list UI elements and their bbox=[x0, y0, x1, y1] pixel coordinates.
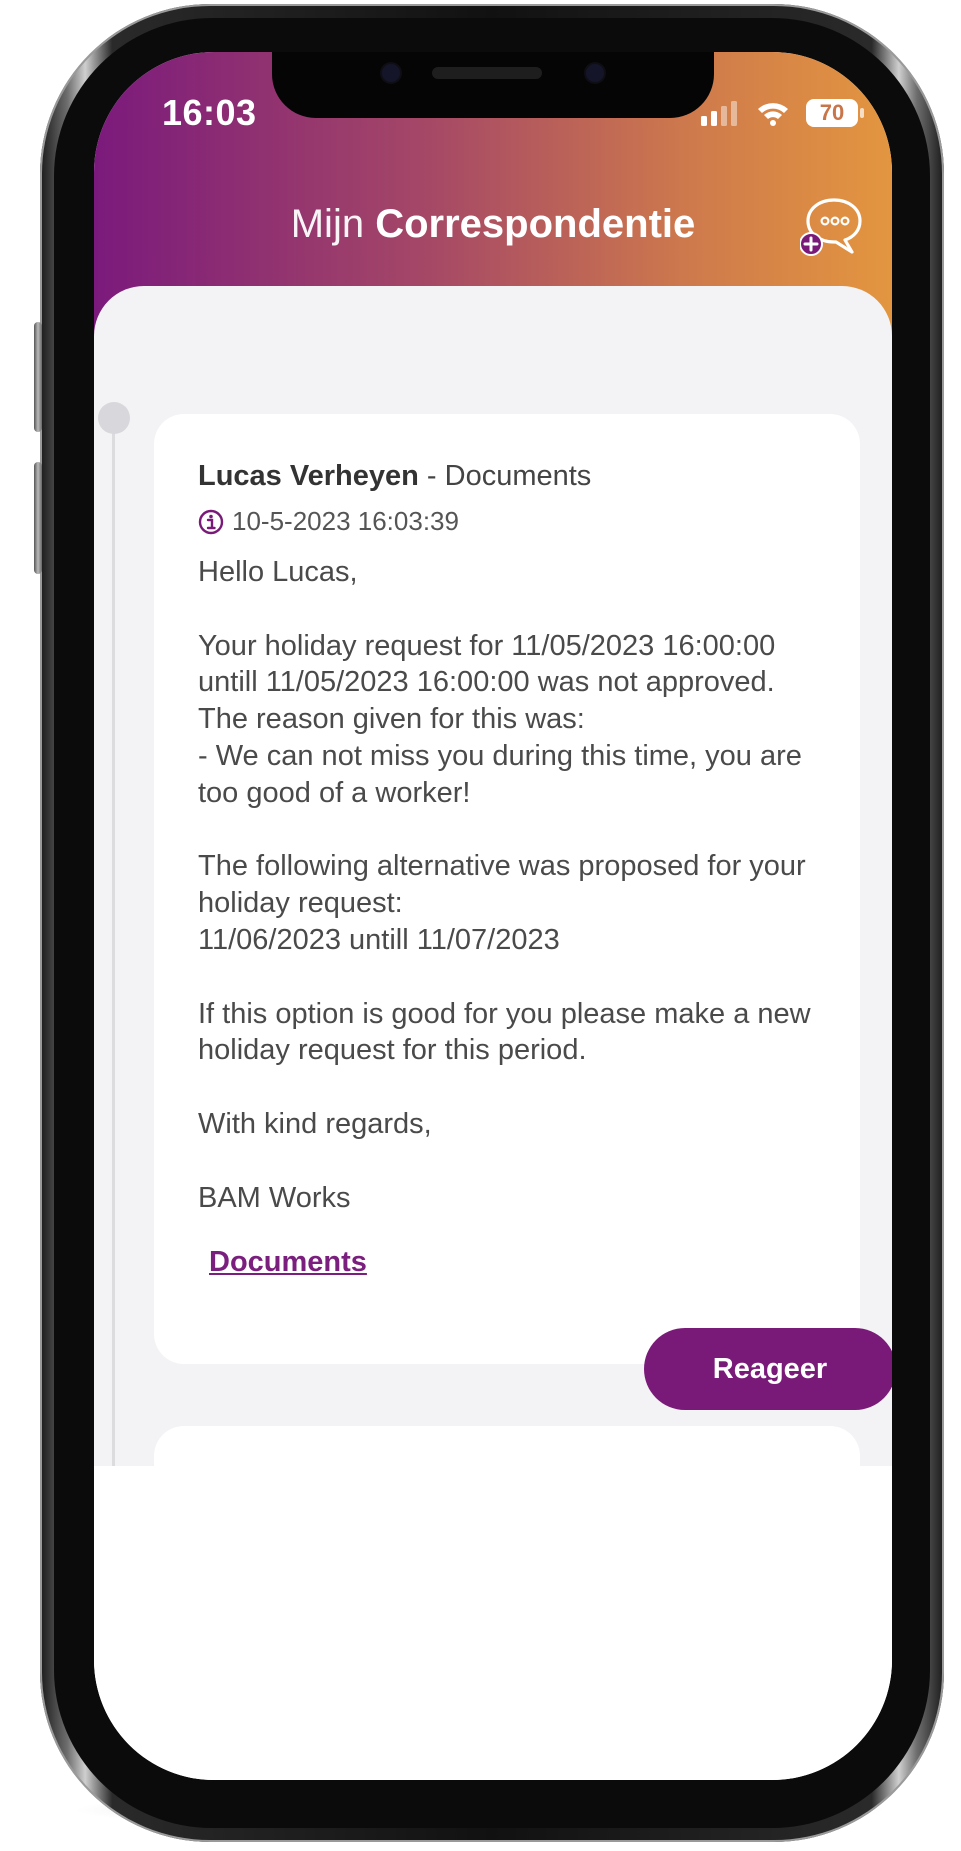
camera-left bbox=[382, 64, 400, 82]
page-title-bold: Correspondentie bbox=[375, 202, 696, 246]
new-conversation-button[interactable] bbox=[799, 194, 866, 260]
header-separator: - bbox=[418, 460, 445, 492]
speaker-grill bbox=[432, 67, 542, 79]
side-button-volume bbox=[34, 462, 42, 574]
signal-icon bbox=[701, 101, 737, 126]
timeline-line bbox=[112, 416, 115, 1516]
side-button-silent bbox=[34, 322, 42, 432]
page-title-light: Mijn bbox=[290, 202, 365, 246]
phone-screen: 16:03 70 Mijn Correspondentie Lucas Verh… bbox=[94, 52, 892, 1780]
battery-icon: 70 bbox=[806, 99, 864, 127]
status-icons: 70 bbox=[700, 96, 864, 130]
message-category: Documents bbox=[444, 460, 592, 492]
message-header: Lucas Verheyen - Documents bbox=[198, 460, 591, 493]
documents-link[interactable]: Documents bbox=[209, 1246, 367, 1279]
wifi-icon bbox=[758, 103, 788, 126]
chat-add-icon bbox=[799, 198, 862, 256]
reply-button[interactable]: Reageer bbox=[644, 1328, 892, 1410]
correspondence-list[interactable]: Lucas Verheyen - Documents 10-5-2023 16:… bbox=[94, 286, 892, 1626]
timeline-dot bbox=[98, 402, 130, 434]
sender-name: Lucas Verheyen bbox=[198, 460, 419, 492]
notch bbox=[272, 52, 714, 118]
page-title: Mijn Correspondentie bbox=[94, 202, 892, 247]
message-body: Hello Lucas, Your holiday request for 11… bbox=[198, 556, 811, 1214]
message-meta: 10-5-2023 16:03:39 bbox=[198, 506, 459, 537]
info-icon bbox=[198, 509, 224, 534]
blank-area bbox=[94, 1466, 892, 1780]
message-card: Lucas Verheyen - Documents 10-5-2023 16:… bbox=[154, 414, 860, 1364]
message-timestamp: 10-5-2023 16:03:39 bbox=[232, 506, 459, 536]
camera-right bbox=[586, 64, 604, 82]
clock: 16:03 bbox=[162, 92, 257, 133]
